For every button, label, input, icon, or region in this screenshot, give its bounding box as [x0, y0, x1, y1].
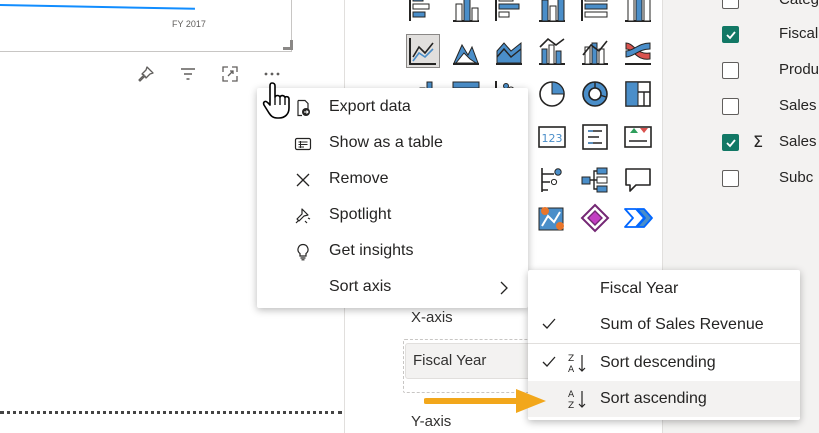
submenu-item-sort-descending[interactable]: Z A Sort descending: [528, 345, 800, 381]
svg-text:Z: Z: [568, 354, 574, 364]
menu-item-label: Spotlight: [329, 206, 392, 223]
chart-series-line: [0, 4, 195, 16]
x-axis-tick-label: FY 2017: [172, 19, 206, 29]
sigma-icon: Σ: [753, 132, 764, 151]
menu-item-label: Show as a table: [329, 134, 443, 151]
line-chart-visual[interactable]: FY 2017: [0, 0, 292, 52]
menu-item-remove[interactable]: Remove: [257, 162, 528, 198]
line-chart-icon[interactable]: [406, 34, 440, 68]
clustered-column-chart-icon[interactable]: [536, 0, 568, 24]
menu-item-spotlight[interactable]: Spotlight: [257, 198, 528, 234]
field-item[interactable]: Sales: [663, 95, 819, 119]
field-label: Subc: [779, 169, 814, 186]
field-label: Sales: [779, 133, 817, 150]
field-item[interactable]: Produ: [663, 59, 819, 83]
close-icon: [296, 173, 310, 187]
resize-handle-icon[interactable]: [283, 40, 293, 50]
field-label: Categ: [779, 0, 819, 8]
spotlight-icon: [295, 208, 311, 224]
field-item[interactable]: Σ Sales: [663, 131, 819, 155]
submenu-item-sum-sales-revenue[interactable]: Sum of Sales Revenue: [528, 307, 800, 343]
svg-text:123: 123: [542, 132, 563, 145]
menu-item-get-insights[interactable]: Get insights: [257, 234, 528, 270]
power-apps-icon[interactable]: [579, 202, 611, 234]
menu-item-label: Get insights: [329, 242, 414, 259]
sort-za-icon: Z A: [568, 354, 586, 374]
key-influencers-icon[interactable]: [536, 164, 568, 196]
x-axis-field-pill[interactable]: Fiscal Year: [405, 343, 531, 379]
kpi-icon[interactable]: [622, 121, 654, 153]
field-label: Sales: [779, 97, 817, 114]
svg-text:Z: Z: [568, 401, 574, 410]
filter-icon[interactable]: [178, 64, 198, 84]
submenu-item-label: Fiscal Year: [600, 280, 679, 297]
sort-axis-submenu: Fiscal Year Sum of Sales Revenue Z A Sor…: [528, 270, 800, 420]
focus-mode-icon[interactable]: [220, 64, 240, 84]
menu-item-sort-axis[interactable]: Sort axis: [257, 270, 528, 306]
multi-row-card-icon[interactable]: [579, 121, 611, 153]
azure-map-icon[interactable]: [536, 202, 568, 234]
qa-icon[interactable]: [622, 164, 654, 196]
field-label: Produ: [779, 61, 819, 78]
card-icon[interactable]: 123: [536, 121, 568, 153]
area-chart-icon[interactable]: [450, 35, 482, 67]
svg-text:A: A: [568, 365, 575, 374]
field-checkbox[interactable]: [722, 0, 739, 9]
visual-options-menu: Export data Show as a table Remove Spotl…: [257, 88, 528, 308]
checkmark-icon: [542, 356, 556, 367]
export-data-icon: [297, 99, 310, 117]
field-checkbox-checked[interactable]: [722, 26, 739, 43]
chevron-right-icon: [500, 281, 508, 295]
treemap-icon[interactable]: [622, 78, 654, 110]
menu-item-label: Sort axis: [329, 278, 392, 295]
field-item[interactable]: Subc: [663, 167, 819, 191]
sort-az-icon: A Z: [568, 390, 586, 410]
donut-chart-icon[interactable]: [579, 78, 611, 110]
submenu-item-label: Sort ascending: [600, 390, 707, 407]
decomposition-tree-icon[interactable]: [579, 164, 611, 196]
field-label: Fiscal: [779, 25, 819, 42]
field-checkbox[interactable]: [722, 98, 739, 115]
line-and-stacked-column-icon[interactable]: [536, 35, 568, 67]
submenu-item-fiscal-year[interactable]: Fiscal Year: [528, 271, 800, 307]
stacked-column-chart-icon[interactable]: [450, 0, 482, 24]
100-stacked-column-chart-icon[interactable]: [622, 0, 654, 24]
stacked-bar-chart-icon[interactable]: [407, 0, 439, 24]
table-view-icon: [294, 137, 312, 151]
submenu-item-sort-ascending[interactable]: A Z Sort ascending: [528, 381, 800, 417]
canvas-page-boundary: [0, 411, 342, 414]
svg-text:A: A: [568, 390, 575, 400]
x-axis-well-label: X-axis: [411, 309, 453, 326]
submenu-item-label: Sum of Sales Revenue: [600, 316, 764, 333]
field-checkbox[interactable]: [722, 62, 739, 79]
clustered-bar-chart-icon[interactable]: [493, 0, 525, 24]
field-checkbox-checked[interactable]: [722, 134, 739, 151]
lightbulb-icon: [297, 243, 309, 261]
menu-item-show-as-table[interactable]: Show as a table: [257, 126, 528, 162]
pie-chart-icon[interactable]: [536, 78, 568, 110]
field-item[interactable]: Categ: [663, 0, 819, 13]
menu-item-export-data[interactable]: Export data: [257, 90, 528, 126]
checkmark-icon: [542, 318, 556, 329]
annotation-arrow-icon: [424, 389, 546, 413]
menu-separator: [528, 343, 800, 344]
power-automate-icon[interactable]: [622, 202, 654, 234]
submenu-item-label: Sort descending: [600, 354, 716, 371]
hand-cursor-icon: [262, 82, 290, 119]
100-stacked-bar-chart-icon[interactable]: [579, 0, 611, 24]
menu-item-label: Export data: [329, 98, 411, 115]
ribbon-chart-icon[interactable]: [622, 35, 654, 67]
pin-icon[interactable]: [136, 64, 156, 84]
menu-item-label: Remove: [329, 170, 389, 187]
line-and-clustered-column-icon[interactable]: [579, 35, 611, 67]
field-item[interactable]: Fiscal: [663, 23, 819, 47]
field-checkbox[interactable]: [722, 170, 739, 187]
stacked-area-chart-icon[interactable]: [493, 35, 525, 67]
